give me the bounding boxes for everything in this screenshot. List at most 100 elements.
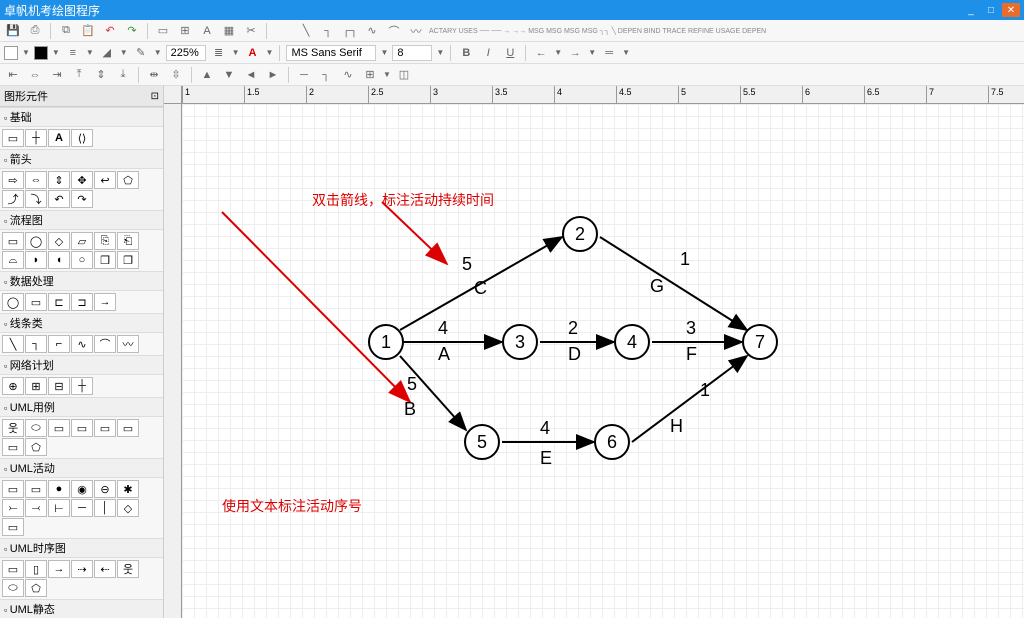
shape-arrow-bent[interactable]: ⤴ bbox=[2, 190, 24, 208]
shape-net2[interactable]: ⊞ bbox=[25, 377, 47, 395]
edge-g-duration[interactable]: 1 bbox=[680, 249, 690, 270]
shape-display[interactable]: ◗ bbox=[25, 251, 47, 269]
shape-predoc[interactable]: ⎗ bbox=[117, 232, 139, 250]
shape-act10[interactable]: ─ bbox=[71, 499, 93, 517]
shadow-icon[interactable]: ◢ bbox=[98, 44, 116, 62]
maximize-button[interactable]: □ bbox=[982, 3, 1000, 17]
shape-act13[interactable]: ▭ bbox=[2, 518, 24, 536]
italic-icon[interactable]: I bbox=[479, 44, 497, 62]
grid-icon[interactable]: ⊞ bbox=[361, 66, 379, 84]
shape-seq8[interactable]: ⬠ bbox=[25, 579, 47, 597]
shape-net4[interactable]: ┼ bbox=[71, 377, 93, 395]
font-size-input[interactable] bbox=[392, 45, 432, 61]
shape-dp2[interactable]: ▭ bbox=[25, 293, 47, 311]
canvas[interactable]: 1 2 3 4 5 6 7 5 C 4 A 5 B 1 G 2 D 3 F 4 … bbox=[182, 104, 1024, 618]
arrow-start-icon[interactable]: ← bbox=[532, 44, 550, 62]
save-icon[interactable]: 💾 bbox=[4, 22, 22, 40]
shape-arrow-4[interactable]: ✥ bbox=[71, 171, 93, 189]
shape-act4[interactable]: ◉ bbox=[71, 480, 93, 498]
shape-usecase[interactable]: ⬭ bbox=[25, 419, 47, 437]
shape-curve[interactable]: ⟨⟩ bbox=[71, 129, 93, 147]
shape-arrow-ud[interactable]: ⇕ bbox=[48, 171, 70, 189]
line-color-icon[interactable] bbox=[34, 46, 48, 60]
pin-icon[interactable]: ⊡ bbox=[151, 91, 159, 102]
shape-db[interactable]: ⌓ bbox=[2, 251, 24, 269]
line-style-icon[interactable]: ≡ bbox=[64, 44, 82, 62]
node-3[interactable]: 3 bbox=[502, 324, 538, 360]
zoom-input[interactable] bbox=[166, 45, 206, 61]
shape-l3[interactable]: ⌐ bbox=[48, 335, 70, 353]
redo-icon[interactable]: ↷ bbox=[123, 22, 141, 40]
shape-actor[interactable]: 웃 bbox=[2, 419, 24, 437]
arc-icon[interactable]: ⌒ bbox=[385, 22, 403, 40]
shape-data[interactable]: ▱ bbox=[71, 232, 93, 250]
shape-dp3[interactable]: ⊏ bbox=[48, 293, 70, 311]
shape-cube[interactable]: ❒ bbox=[94, 251, 116, 269]
shape-arrow-tag[interactable]: ⬠ bbox=[117, 171, 139, 189]
shape-act6[interactable]: ✱ bbox=[117, 480, 139, 498]
shape-arrow-bent2[interactable]: ⤵ bbox=[25, 190, 47, 208]
edge-c-duration[interactable]: 5 bbox=[462, 254, 472, 275]
shape-rect[interactable]: ▭ bbox=[2, 129, 24, 147]
edge-f-activity[interactable]: F bbox=[686, 344, 697, 365]
align-icon[interactable]: ≣ bbox=[210, 44, 228, 62]
shape-uc6[interactable]: ▭ bbox=[117, 419, 139, 437]
shape-l5[interactable]: ⌒ bbox=[94, 335, 116, 353]
minimize-button[interactable]: _ bbox=[962, 3, 980, 17]
shape-decision[interactable]: ◇ bbox=[48, 232, 70, 250]
shape-arrow-r[interactable]: ⇨ bbox=[2, 171, 24, 189]
distribute-h-icon[interactable]: ⇹ bbox=[145, 66, 163, 84]
edge-h-activity[interactable]: H bbox=[670, 416, 683, 437]
shape-text[interactable]: A bbox=[48, 129, 70, 147]
shape-connector[interactable]: ○ bbox=[71, 251, 93, 269]
group-uml-activity[interactable]: UML活动 bbox=[0, 458, 163, 478]
connector-straight-icon[interactable]: ─ bbox=[295, 66, 313, 84]
shape-act5[interactable]: ⊖ bbox=[94, 480, 116, 498]
edge-d-activity[interactable]: D bbox=[568, 344, 581, 365]
shape-seq2[interactable]: ▯ bbox=[25, 560, 47, 578]
crop-icon[interactable]: ✂ bbox=[242, 22, 260, 40]
shape-l4[interactable]: ∿ bbox=[71, 335, 93, 353]
edge-c-activity[interactable]: C bbox=[474, 278, 487, 299]
shape-cube2[interactable]: ❐ bbox=[117, 251, 139, 269]
send-back-icon[interactable]: ▼ bbox=[220, 66, 238, 84]
group-basic[interactable]: 基础 bbox=[0, 107, 163, 127]
wave-icon[interactable]: ∿ bbox=[363, 22, 381, 40]
shape-act11[interactable]: │ bbox=[94, 499, 116, 517]
edge-g-activity[interactable]: G bbox=[650, 276, 664, 297]
shape-seq7[interactable]: ⬭ bbox=[2, 579, 24, 597]
shape-seq4[interactable]: ⇢ bbox=[71, 560, 93, 578]
shape-net3[interactable]: ⊟ bbox=[48, 377, 70, 395]
rect-tool-icon[interactable]: ▭ bbox=[154, 22, 172, 40]
edge-a-duration[interactable]: 4 bbox=[438, 318, 448, 339]
shape-act8[interactable]: ⤙ bbox=[25, 499, 47, 517]
node-6[interactable]: 6 bbox=[594, 424, 630, 460]
arrow-end-icon[interactable]: → bbox=[566, 44, 584, 62]
line-weight-icon[interactable]: ═ bbox=[600, 44, 618, 62]
group-lines[interactable]: 线条类 bbox=[0, 313, 163, 333]
print-icon[interactable]: ⎙ bbox=[26, 22, 44, 40]
copy-icon[interactable]: ⧉ bbox=[57, 22, 75, 40]
shape-dp1[interactable]: ◯ bbox=[2, 293, 24, 311]
shape-seq6[interactable]: 웃 bbox=[117, 560, 139, 578]
nudge-left-icon[interactable]: ◄ bbox=[242, 66, 260, 84]
align-center-icon[interactable]: ⇔ bbox=[26, 66, 44, 84]
node-2[interactable]: 2 bbox=[562, 216, 598, 252]
shape-arrow-lr[interactable]: ⇔ bbox=[25, 171, 47, 189]
connector-curve-icon[interactable]: ∿ bbox=[339, 66, 357, 84]
node-5[interactable]: 5 bbox=[464, 424, 500, 460]
fill-color-icon[interactable] bbox=[4, 46, 18, 60]
node-1[interactable]: 1 bbox=[368, 324, 404, 360]
font-family-input[interactable] bbox=[286, 45, 376, 61]
image-tool-icon[interactable]: ▦ bbox=[220, 22, 238, 40]
shape-arrow-u[interactable]: ↩ bbox=[94, 171, 116, 189]
align-top-icon[interactable]: ⤒ bbox=[70, 66, 88, 84]
group-arrow[interactable]: 箭头 bbox=[0, 149, 163, 169]
shape-act1[interactable]: ▭ bbox=[2, 480, 24, 498]
close-button[interactable]: ✕ bbox=[1002, 3, 1020, 17]
bring-front-icon[interactable]: ▲ bbox=[198, 66, 216, 84]
edge-e-duration[interactable]: 4 bbox=[540, 418, 550, 439]
shape-arrow-curve[interactable]: ↶ bbox=[48, 190, 70, 208]
align-middle-icon[interactable]: ⇕ bbox=[92, 66, 110, 84]
undo-icon[interactable]: ↶ bbox=[101, 22, 119, 40]
